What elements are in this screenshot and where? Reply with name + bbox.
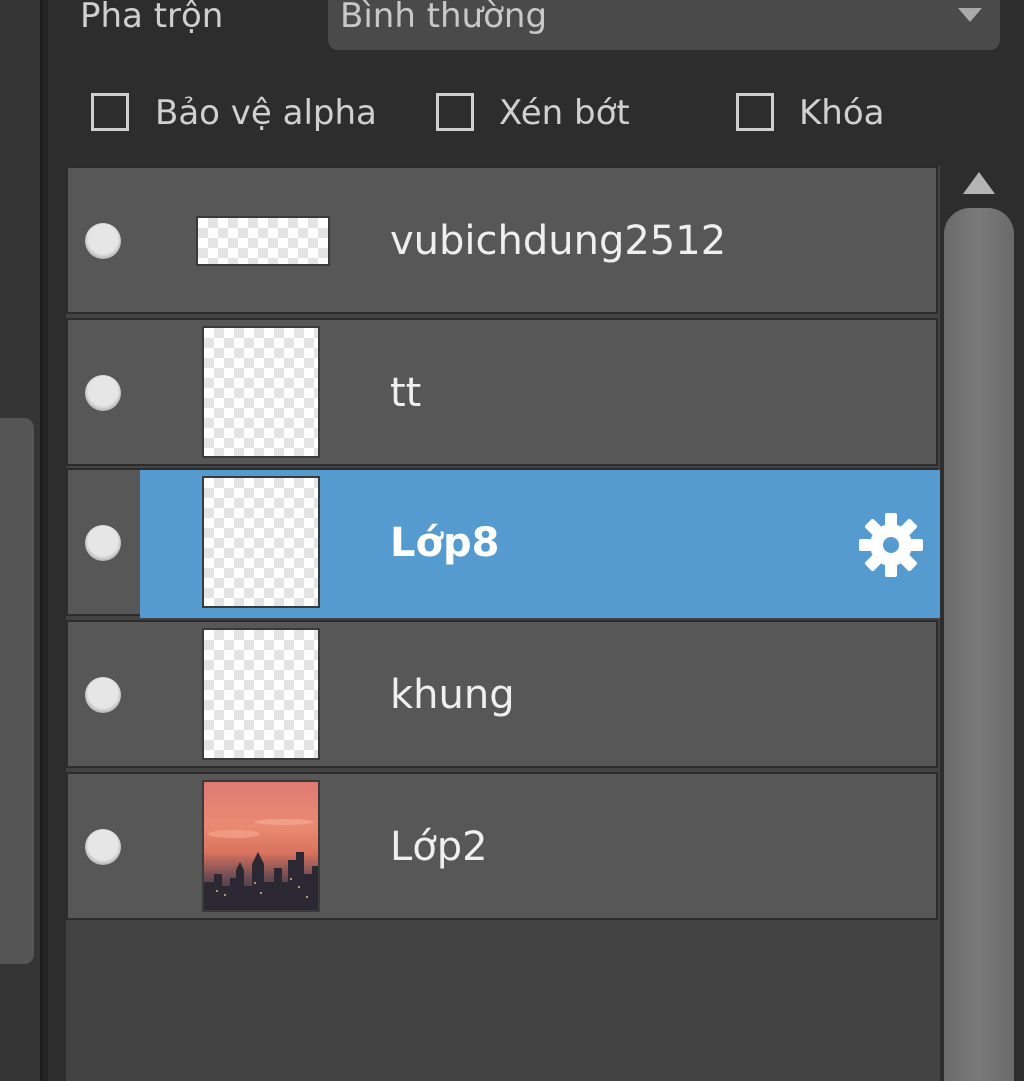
lock-checkbox[interactable] (736, 93, 774, 131)
layer-name: vubichdung2512 (390, 218, 727, 264)
blend-mode-select[interactable]: Bình thường (328, 0, 1000, 50)
visibility-dot-icon[interactable] (85, 677, 121, 713)
chevron-down-icon (958, 8, 982, 22)
layer-row[interactable]: tt (66, 318, 938, 466)
layer-name: Lớp8 (390, 520, 500, 566)
scroll-up-arrow-icon[interactable] (963, 172, 995, 194)
left-scroll-handle[interactable] (0, 418, 34, 964)
visibility-dot-icon[interactable] (85, 375, 121, 411)
layer-thumbnail-photo (202, 780, 320, 912)
layer-thumbnail (202, 326, 320, 458)
layer-thumbnail (202, 476, 320, 608)
layer-name: tt (390, 370, 422, 416)
visibility-dot-icon[interactable] (85, 223, 121, 259)
clip-checkbox[interactable] (436, 93, 474, 131)
layers-list: vubichdung2512 tt Lớp8 khung Lớp2 (66, 166, 940, 1081)
alpha-protect-label: Bảo vệ alpha (155, 93, 377, 133)
layer-row[interactable]: Lớp2 (66, 772, 938, 920)
layer-panel-window: Pha trộn Bình thường Bảo vệ alpha Xén bớ… (0, 0, 1024, 1081)
layer-thumbnail (196, 216, 330, 266)
lock-label: Khóa (799, 93, 885, 133)
gear-icon[interactable] (856, 510, 926, 580)
clip-label: Xén bớt (499, 93, 630, 133)
layer-row-selected[interactable]: Lớp8 (66, 468, 940, 618)
layer-name: Lớp2 (390, 824, 488, 870)
alpha-protect-checkbox[interactable] (91, 93, 129, 131)
layer-row[interactable]: khung (66, 620, 938, 768)
blend-mode-label: Pha trộn (80, 0, 224, 36)
visibility-dot-icon[interactable] (85, 525, 121, 561)
layer-thumbnail (202, 628, 320, 760)
blend-mode-value: Bình thường (340, 0, 548, 36)
layer-row[interactable]: vubichdung2512 (66, 166, 938, 314)
layer-name: khung (390, 672, 515, 718)
scrollbar-thumb[interactable] (944, 208, 1014, 1081)
visibility-dot-icon[interactable] (85, 829, 121, 865)
city-skyline-image (204, 819, 318, 910)
